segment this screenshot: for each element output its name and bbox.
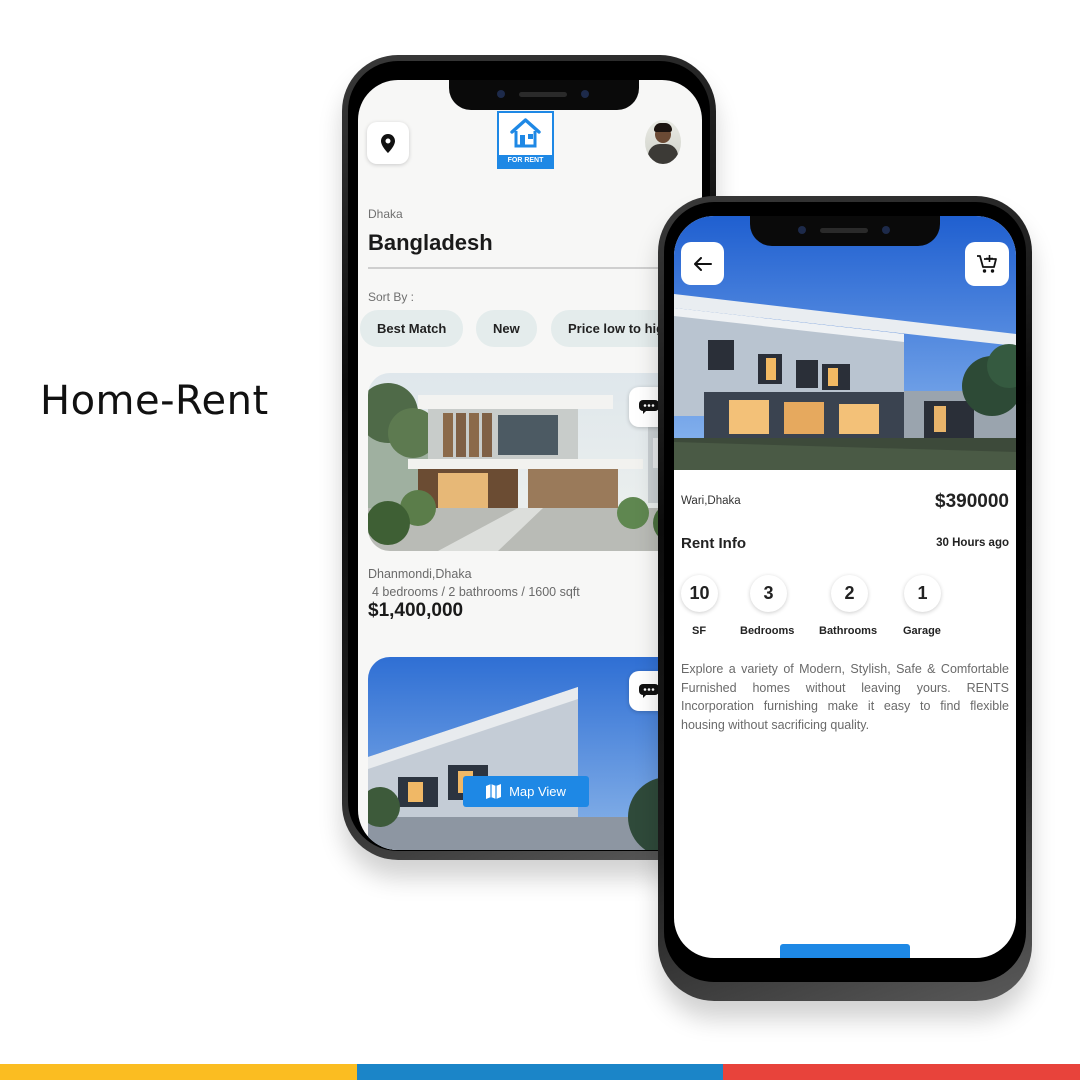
house-logo-icon <box>510 118 541 148</box>
sort-chip-new[interactable]: New <box>476 310 537 347</box>
phone-notch <box>750 216 940 246</box>
selected-country[interactable]: Bangladesh <box>368 230 493 256</box>
selected-city[interactable]: Dhaka <box>368 207 403 221</box>
listing-specs: 4 bedrooms / 2 bathrooms / 1600 sqft <box>372 585 580 599</box>
stat-sf-value: 10 <box>681 575 718 612</box>
detail-screen: Wari,Dhaka $390000 Rent Info 30 Hours ag… <box>674 216 1016 958</box>
map-icon <box>486 784 502 799</box>
chat-icon <box>639 684 659 698</box>
stat-bathrooms-label: Bathrooms <box>819 625 878 637</box>
promo-title: Home-Rent <box>40 378 269 424</box>
bottom-action-button[interactable] <box>780 944 910 958</box>
cart-add-icon <box>977 255 997 273</box>
back-button[interactable] <box>681 242 724 285</box>
brand-bar-yellow <box>0 1064 357 1080</box>
sort-label: Sort By : <box>368 290 415 304</box>
property-description: Explore a variety of Modern, Stylish, Sa… <box>681 662 1009 732</box>
brand-bar-blue <box>357 1064 723 1080</box>
posted-time: 30 Hours ago <box>936 537 1009 549</box>
location-button[interactable] <box>367 122 409 164</box>
listing-screen: FOR RENT Dhaka Bangladesh Sort By : Best… <box>358 80 702 850</box>
stat-bedrooms-label: Bedrooms <box>740 625 795 637</box>
chat-icon <box>639 400 659 414</box>
phone-detail: Wari,Dhaka $390000 Rent Info 30 Hours ag… <box>658 196 1032 1001</box>
stat-garage-label: Garage <box>903 625 941 637</box>
avatar[interactable] <box>645 120 681 164</box>
map-view-label: Map View <box>509 784 566 799</box>
listing-price: $1,400,000 <box>368 600 464 621</box>
stat-bathrooms-value: 2 <box>831 575 868 612</box>
brand-bar-red <box>723 1064 1080 1080</box>
add-to-cart-button[interactable] <box>965 242 1009 286</box>
logo-label: FOR RENT <box>499 155 552 167</box>
stat-garage-value: 1 <box>904 575 941 612</box>
phone-notch <box>449 80 639 110</box>
map-view-button[interactable]: Map View <box>463 776 589 807</box>
sort-chip-best-match[interactable]: Best Match <box>360 310 464 347</box>
property-location: Wari,Dhaka <box>681 495 741 507</box>
app-logo: FOR RENT <box>497 111 554 169</box>
listing-location: Dhanmondi,Dhaka <box>368 567 472 581</box>
property-price: $390000 <box>935 491 1009 512</box>
stat-bedrooms-value: 3 <box>750 575 787 612</box>
back-arrow-icon <box>693 256 712 271</box>
stat-sf-label: SF <box>692 625 707 637</box>
rent-info-title: Rent Info <box>681 535 746 552</box>
map-pin-icon <box>381 133 395 153</box>
promo-canvas: Home-Rent FOR RENT Dhaka Bangladesh Sort… <box>0 0 1080 1080</box>
divider <box>368 267 702 269</box>
